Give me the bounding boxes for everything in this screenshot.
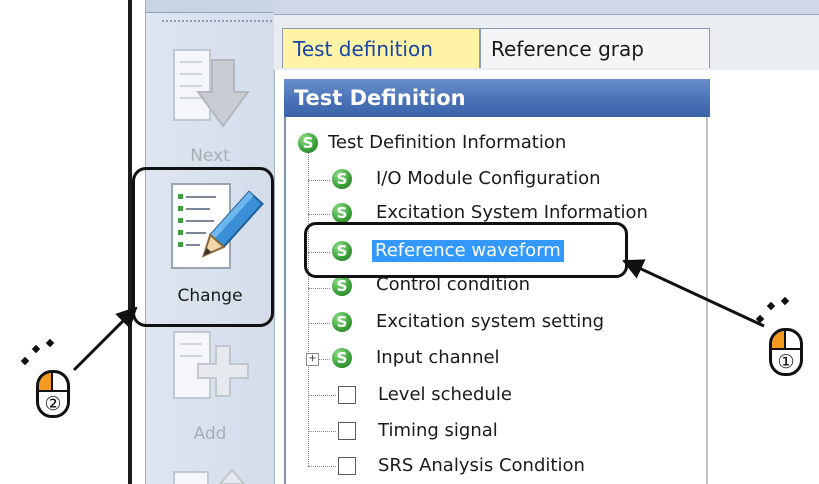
mouse-click-icon: ② xyxy=(36,370,70,418)
arrow-to-change-button xyxy=(72,306,138,372)
step-number: ① xyxy=(777,351,795,373)
arrow-to-reference-waveform xyxy=(622,259,765,328)
step-number: ② xyxy=(44,393,62,415)
callout-arrows xyxy=(72,259,765,372)
mouse-click-icon: ① xyxy=(769,328,803,376)
